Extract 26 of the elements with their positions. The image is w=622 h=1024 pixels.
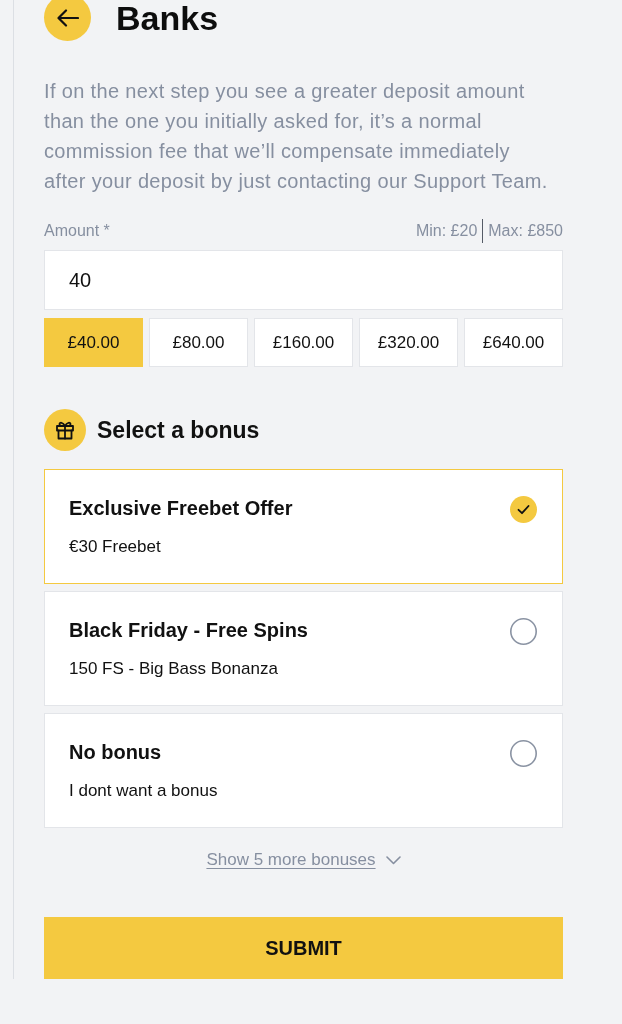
- page-title: Banks: [116, 0, 219, 35]
- bonus-description: €30 Freebet: [69, 536, 162, 558]
- min-limit: Min: £20: [415, 221, 478, 241]
- submit-button[interactable]: SUBMIT: [44, 917, 563, 979]
- arrow-left-icon: [56, 8, 79, 27]
- bonus-title: Black Friday - Free Spins: [69, 618, 308, 642]
- amount-preset-button[interactable]: £160.00: [254, 318, 353, 367]
- bonus-title: Exclusive Freebet Offer: [69, 496, 293, 520]
- gift-icon: [44, 409, 86, 451]
- bonus-option-card[interactable]: Black Friday - Free Spins 150 FS - Big Bass Bonanza: [44, 591, 563, 706]
- amount-preset-button[interactable]: £320.00: [359, 318, 458, 367]
- back-button[interactable]: [44, 0, 91, 41]
- bonus-option-card[interactable]: No bonus I dont want a bonus: [44, 713, 563, 828]
- bonus-option-card[interactable]: Exclusive Freebet Offer €30 Freebet: [44, 469, 563, 584]
- amount-input[interactable]: 40: [44, 250, 563, 310]
- max-limit: Max: £850: [488, 221, 563, 241]
- deposit-notice: If on the next step you see a greater deposit amount than the one you initially asked for, it’s a normal commission fee that we’ll compensate immediately after your deposit by just contacting our Support Team.: [44, 79, 549, 194]
- amount-preset-button[interactable]: £40.00: [44, 318, 143, 367]
- section-title: Select a bonus: [97, 416, 260, 444]
- bonus-description: I dont want a bonus: [69, 780, 218, 802]
- amount-label: Amount *: [44, 221, 110, 241]
- bonus-title: No bonus: [69, 740, 163, 764]
- chevron-down-icon: [385, 855, 401, 865]
- amount-preset-button[interactable]: £640.00: [464, 318, 563, 367]
- bonus-description: 150 FS - Big Bass Bonanza: [69, 658, 279, 680]
- amount-preset-button[interactable]: £80.00: [149, 318, 248, 367]
